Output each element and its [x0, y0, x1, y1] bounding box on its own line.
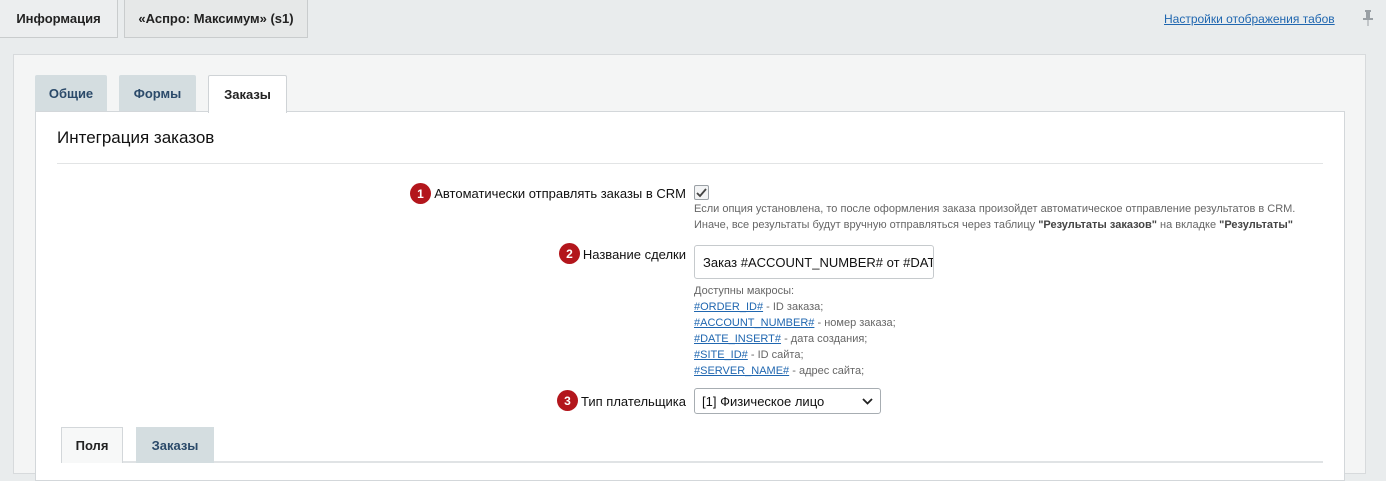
tab-fields[interactable]: Поля — [61, 427, 123, 463]
pin-icon[interactable] — [1361, 9, 1375, 27]
section-divider — [57, 163, 1323, 164]
macro-date-insert-link[interactable]: #DATE_INSERT# — [694, 333, 781, 345]
macro-item: #DATE_INSERT# - дата создания; — [694, 333, 868, 345]
tab-inner-orders[interactable]: Заказы — [136, 427, 214, 463]
auto-send-label: Автоматически отправлять заказы в CRM — [434, 186, 686, 201]
tab-information[interactable]: Информация — [0, 0, 118, 38]
payer-type-select[interactable]: [1] Физическое лицо — [694, 388, 881, 414]
deal-name-label: Название сделки — [582, 247, 686, 262]
step-badge-2: 2 — [559, 243, 580, 264]
deal-name-input[interactable]: Заказ #ACCOUNT_NUMBER# от #DATE_INSERT# — [694, 245, 934, 279]
macro-item: #SERVER_NAME# - адрес сайта; — [694, 365, 865, 377]
payer-type-selected-value: [1] Физическое лицо — [702, 393, 825, 409]
checkmark-icon — [696, 187, 707, 197]
auto-send-hint-line2: Иначе, все результаты будут вручную отпр… — [694, 219, 1293, 231]
macro-site-id-link[interactable]: #SITE_ID# — [694, 349, 748, 361]
payer-type-label: Тип плательщика — [581, 394, 686, 409]
tab-orders[interactable]: Заказы — [208, 75, 287, 113]
tab-general[interactable]: Общие — [35, 75, 107, 112]
macro-item: #ACCOUNT_NUMBER# - номер заказа; — [694, 317, 896, 329]
auto-send-hint-line1: Если опция установлена, то после оформле… — [694, 203, 1296, 215]
auto-send-checkbox[interactable] — [694, 185, 709, 200]
orders-content-panel — [35, 111, 1345, 481]
tab-aspro-maximum[interactable]: «Аспро: Максимум» (s1) — [124, 0, 308, 38]
macro-order-id-link[interactable]: #ORDER_ID# — [694, 301, 763, 313]
top-tab-bar: Информация «Аспро: Максимум» (s1) Настро… — [0, 0, 1386, 38]
tab-display-settings-link[interactable]: Настройки отображения табов — [1164, 12, 1335, 26]
step-badge-3: 3 — [557, 390, 578, 411]
macro-item: #ORDER_ID# - ID заказа; — [694, 301, 824, 313]
chevron-down-icon — [862, 397, 873, 405]
macro-server-name-link[interactable]: #SERVER_NAME# — [694, 365, 789, 377]
macros-list: Доступны макросы: #ORDER_ID# - ID заказа… — [694, 283, 896, 379]
tab-forms[interactable]: Формы — [119, 75, 196, 112]
macros-title: Доступны макросы: — [694, 285, 795, 297]
section-title: Интеграция заказов — [57, 128, 215, 147]
macro-account-number-link[interactable]: #ACCOUNT_NUMBER# — [694, 317, 814, 329]
macro-item: #SITE_ID# - ID сайта; — [694, 349, 804, 361]
step-badge-1: 1 — [410, 183, 431, 204]
